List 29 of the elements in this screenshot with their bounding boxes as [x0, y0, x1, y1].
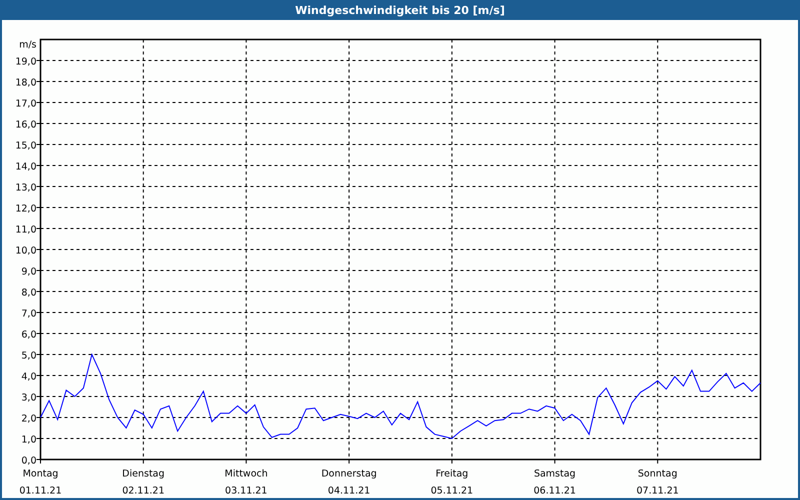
x-tick-label: Mittwoch 03.11.21	[224, 468, 268, 496]
y-tick-label: 10,0	[15, 246, 36, 256]
x-tick-label: Montag 01.11.21	[19, 468, 62, 496]
y-tick-label: 2,0	[21, 414, 36, 424]
y-tick-label: 0,0	[21, 456, 36, 466]
y-tick-label: 19,0	[15, 56, 36, 68]
y-tick-label: 14,0	[15, 162, 36, 172]
x-tick-label: Donnerstag 04.11.21	[321, 468, 377, 496]
y-tick-label: 17,0	[15, 98, 36, 110]
y-tick-label: 5,0	[21, 350, 36, 362]
x-tick-label: Freitag 05.11.21	[430, 468, 474, 496]
y-tick-label: 6,0	[21, 330, 36, 340]
y-axis-unit: m/s	[19, 40, 36, 50]
y-tick-label: 9,0	[21, 266, 36, 278]
y-tick-label: 7,0	[21, 308, 36, 320]
x-tick-label: Samstag 06.11.21	[534, 468, 576, 496]
y-tick-label: 16,0	[15, 120, 36, 130]
y-tick-label: 18,0	[15, 78, 36, 88]
y-tick-label: 8,0	[21, 288, 36, 298]
x-tick-label: Sonntag 07.11.21	[636, 468, 679, 496]
y-tick-label: 11,0	[15, 224, 36, 236]
y-tick-label: 15,0	[15, 140, 36, 152]
y-tick-label: 1,0	[21, 434, 36, 446]
x-tick-label: Dienstag 02.11.21	[122, 468, 165, 496]
y-tick-label: 4,0	[21, 372, 36, 382]
chart-title: Windgeschwindigkeit bis 20 [m/s]	[295, 4, 505, 16]
y-tick-label: 12,0	[15, 204, 36, 214]
y-tick-label: 3,0	[21, 392, 36, 404]
y-tick-label: 13,0	[15, 182, 36, 194]
